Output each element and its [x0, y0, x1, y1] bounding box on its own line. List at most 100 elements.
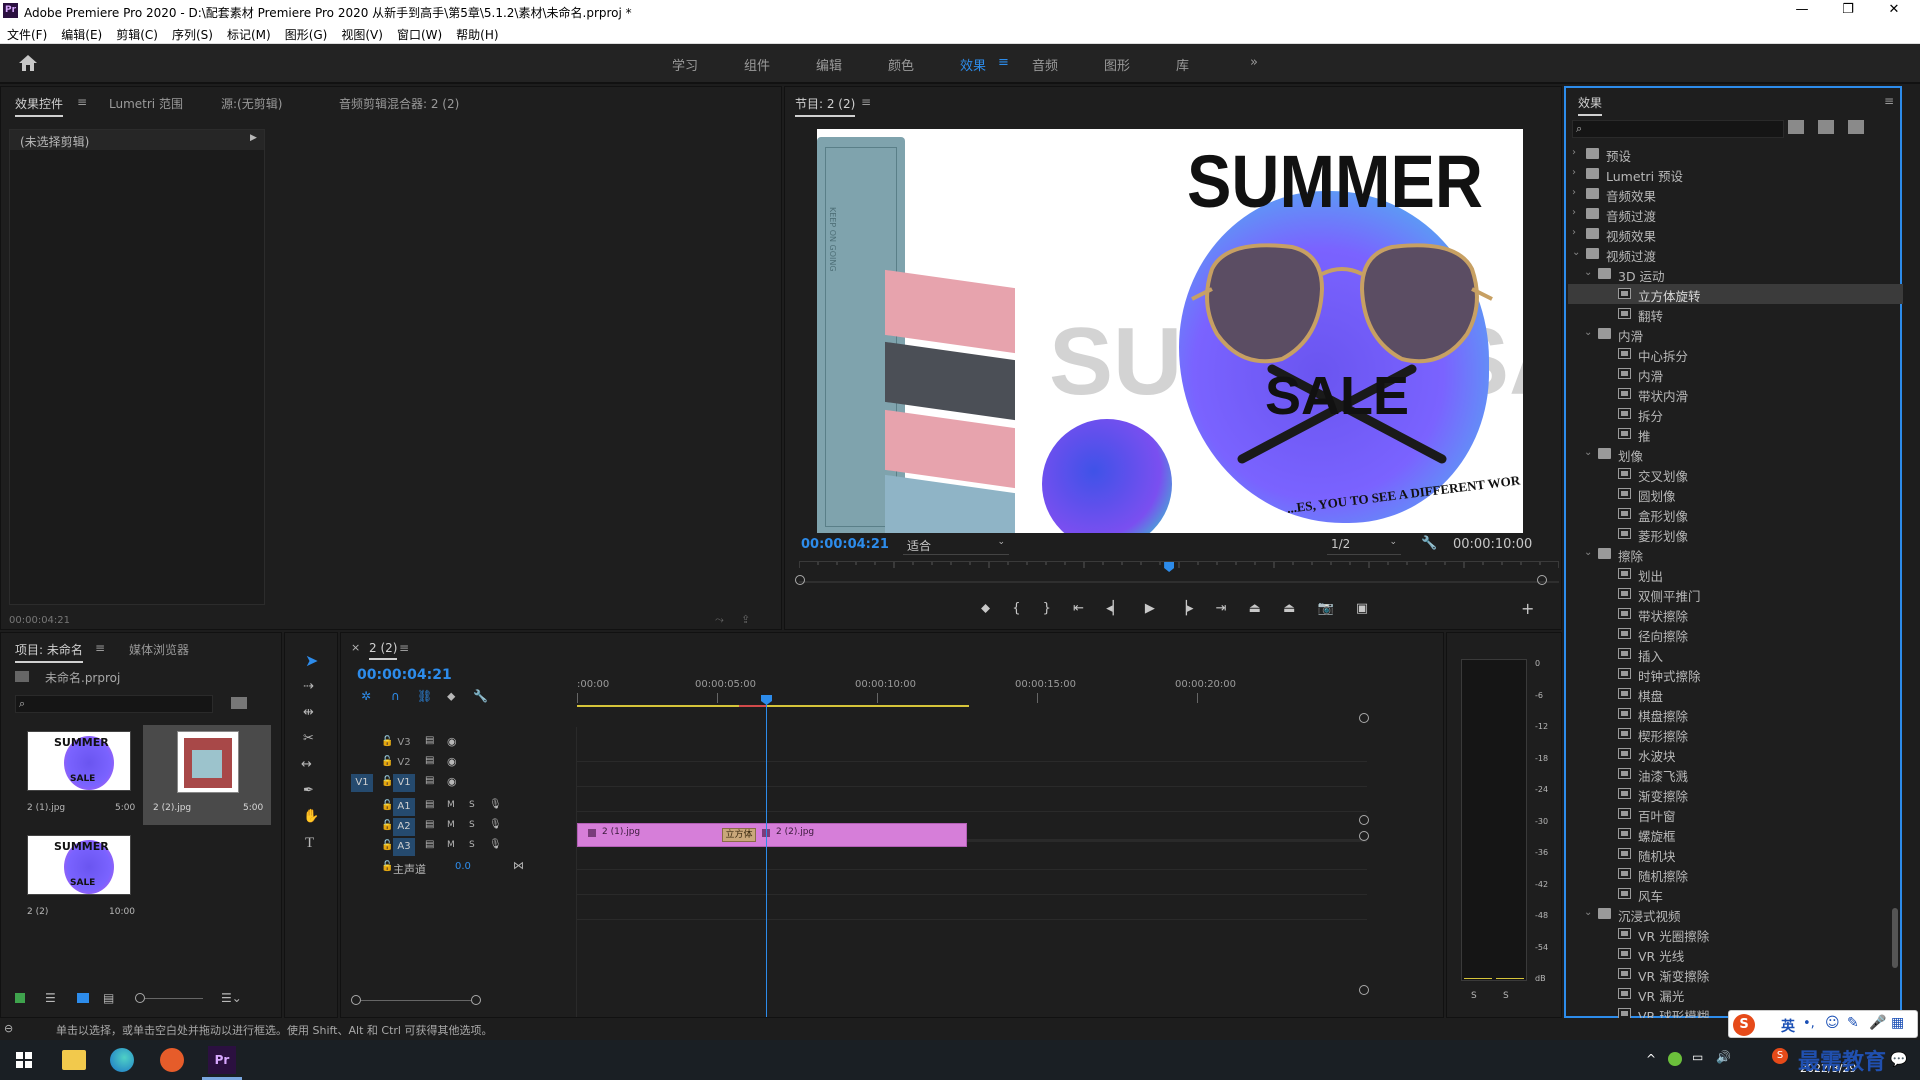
sync-lock-icon[interactable]: ▤ [425, 839, 434, 850]
effects-folder[interactable]: ⌄ 内滑 [1568, 324, 1903, 344]
solo-button[interactable]: S [1471, 991, 1477, 1001]
project-item-selected[interactable]: 2 (2).jpg 5:00 [143, 725, 271, 825]
notification-icon[interactable]: 💬 [1890, 1052, 1907, 1068]
network-icon[interactable]: ▭ [1692, 1050, 1703, 1064]
effects-item[interactable]: VR 光线 [1568, 944, 1903, 964]
eye-icon[interactable]: ◉ [447, 735, 457, 748]
track-lock-icon[interactable]: 🔓 [381, 776, 393, 787]
workspace-tab[interactable]: 效果 [960, 55, 986, 74]
chevron-down-icon[interactable]: ⌄ [1584, 267, 1594, 278]
minimize-button[interactable]: — [1782, 2, 1822, 17]
effects-folder[interactable]: ⌄ 沉浸式视频 [1568, 904, 1903, 924]
program-timecode[interactable]: 00:00:04:21 [801, 537, 889, 552]
effects-item[interactable]: VR 漏光 [1568, 984, 1903, 1004]
menu-item[interactable]: 标记(M) [220, 22, 278, 43]
track-lock-icon[interactable]: 🔓 [381, 736, 393, 747]
zoom-slider-handle[interactable] [135, 993, 145, 1003]
ripple-edit-tool-icon[interactable]: ⇹ [303, 705, 314, 720]
effects-item[interactable]: 菱形划像 [1568, 524, 1903, 544]
tab-effect-controls[interactable]: 效果控件 [15, 95, 64, 117]
effects-folder[interactable]: › 音频过渡 [1568, 204, 1903, 224]
chevron-right-icon[interactable]: › [1572, 167, 1582, 178]
wrench-icon[interactable]: 🔧 [473, 689, 488, 703]
hscroll-handle-left[interactable] [351, 995, 361, 1005]
chevron-down-icon[interactable]: ⌄ [1584, 327, 1594, 338]
source-patch-button[interactable]: V1 [351, 774, 373, 792]
go-to-out-button[interactable]: ⇥ [1216, 601, 1227, 616]
menu-item[interactable]: 剪辑(C) [109, 22, 165, 43]
hand-tool-icon[interactable]: ✋ [303, 809, 319, 824]
effects-folder[interactable]: › Lumetri 预设 [1568, 164, 1903, 184]
scroll-handle[interactable] [1359, 815, 1369, 825]
effects-item[interactable]: 百叶窗 [1568, 804, 1903, 824]
list-view-icon[interactable]: ☰ [45, 991, 56, 1005]
track-target-button[interactable]: V1 [393, 774, 415, 792]
track-lock-icon[interactable]: 🔓 [381, 800, 393, 811]
effects-item[interactable]: 插入 [1568, 644, 1903, 664]
effects-item[interactable]: 带状内滑 [1568, 384, 1903, 404]
step-back-button[interactable]: ◂▏ [1106, 601, 1123, 616]
home-icon[interactable] [18, 54, 38, 72]
ime-language[interactable]: 英 [1781, 1016, 1795, 1036]
extract-button[interactable]: ⏏ [1283, 601, 1295, 616]
lift-button[interactable]: ⏏ [1249, 601, 1261, 616]
workspace-tab[interactable]: 编辑 [816, 55, 842, 74]
workspace-tab[interactable]: 颜色 [888, 55, 914, 74]
more-workspaces-button[interactable]: » [1250, 55, 1258, 70]
mute-button[interactable]: M [447, 800, 455, 810]
solo-button[interactable]: S [1503, 991, 1509, 1001]
effects-item[interactable]: 立方体旋转 [1568, 284, 1903, 304]
effects-item[interactable]: 推 [1568, 424, 1903, 444]
effects-item[interactable]: VR 渐变擦除 [1568, 964, 1903, 984]
effects-item[interactable]: VR 光圈擦除 [1568, 924, 1903, 944]
eye-icon[interactable]: ◉ [447, 775, 457, 788]
timeline-ruler[interactable]: :00:00 00:00:05:00 00:00:10:00 00:00:15:00 0… [577, 677, 1339, 707]
maximize-button[interactable]: ❐ [1828, 2, 1868, 17]
file-explorer-icon[interactable] [62, 1050, 86, 1070]
eye-icon[interactable]: ◉ [447, 755, 457, 768]
close-sequence-icon[interactable]: × [351, 641, 360, 654]
scroll-handle[interactable] [1359, 713, 1369, 723]
effects-item[interactable]: 随机块 [1568, 844, 1903, 864]
comparison-view-button[interactable]: ▣ [1356, 601, 1368, 616]
timeline-timecode[interactable]: 00:00:04:21 [357, 667, 452, 683]
slip-tool-icon[interactable]: ↔ [301, 757, 312, 772]
microphone-icon[interactable]: 🎙 [489, 819, 502, 830]
effects-item[interactable]: 内滑 [1568, 364, 1903, 384]
effects-item[interactable]: 径向擦除 [1568, 624, 1903, 644]
program-video-frame[interactable]: KEEP ON GOING SUM SA SUMMER SALE ...ES, … [817, 129, 1523, 533]
track-target-button[interactable]: V2 [393, 754, 415, 772]
sort-icon[interactable]: ☰⌄ [221, 991, 242, 1005]
workspace-tab[interactable]: 组件 [744, 55, 770, 74]
step-forward-button[interactable]: ▕▸ [1177, 601, 1194, 616]
nest-toggle-icon[interactable]: ✲ [361, 689, 371, 703]
chevron-right-icon[interactable]: › [1572, 187, 1582, 198]
sync-lock-icon[interactable]: ▤ [425, 819, 434, 830]
add-marker-button[interactable]: ⬥ [981, 601, 990, 616]
project-item[interactable]: SUMMER SALE 2 (2) 10:00 [15, 829, 139, 929]
track-target-button[interactable]: A2 [393, 818, 415, 836]
sync-lock-icon[interactable]: ▤ [425, 799, 434, 810]
ime-mic-icon[interactable]: 🎤 [1869, 1015, 1886, 1031]
chevron-down-icon[interactable]: ⌄ [1572, 247, 1582, 258]
panel-menu-icon[interactable]: ≡ [399, 641, 409, 655]
mute-button[interactable]: M [447, 820, 455, 830]
effects-item[interactable]: 楔形擦除 [1568, 724, 1903, 744]
panel-menu-icon[interactable]: ≡ [861, 95, 871, 109]
effects-folder[interactable]: ⌄ 视频过渡 [1568, 244, 1903, 264]
volume-icon[interactable]: 🔊 [1716, 1050, 1731, 1064]
track-lock-icon[interactable]: 🔓 [381, 756, 393, 767]
add-button-icon[interactable]: + [1521, 599, 1534, 618]
track-target-button[interactable]: A3 [393, 838, 415, 856]
export-icon[interactable]: ⇪ [741, 613, 750, 626]
tab-lumetri-scopes[interactable]: Lumetri 范围 [109, 95, 183, 112]
32bit-effects-icon[interactable] [1818, 120, 1834, 134]
timeline-playhead[interactable] [766, 695, 767, 1017]
effects-item[interactable]: 风车 [1568, 884, 1903, 904]
transition-block[interactable]: 立方体 [722, 828, 756, 842]
icon-view-icon[interactable] [77, 993, 89, 1003]
workspace-tab[interactable]: 学习 [672, 55, 698, 74]
ime-grid-icon[interactable]: ▦ [1891, 1015, 1904, 1031]
effects-item[interactable]: 中心拆分 [1568, 344, 1903, 364]
pen-tool-icon[interactable]: ✒ [303, 783, 314, 798]
